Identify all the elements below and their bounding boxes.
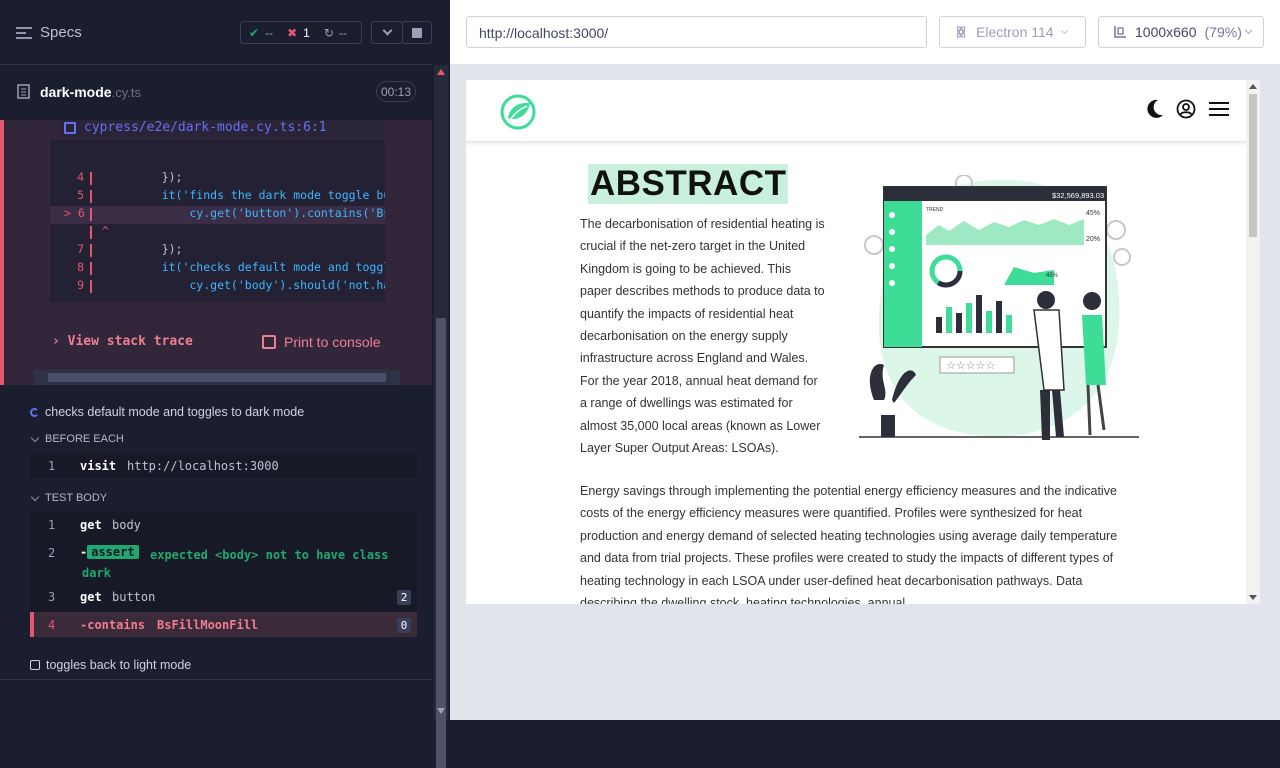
section-label: TEST BODY (45, 492, 108, 504)
view-stack-trace-button[interactable]: › View stack trace (52, 334, 193, 349)
view-stack-label: View stack trace (67, 334, 193, 349)
spec-file-name[interactable]: dark-mode.cy.ts (40, 84, 141, 100)
test-item-pending[interactable]: toggles back to light mode (30, 658, 191, 672)
error-file-link[interactable]: cypress/e2e/dark-mode.cy.ts:6:1 (59, 120, 384, 138)
test-body-header[interactable]: TEST BODY (30, 492, 108, 504)
viewport-size: 1000x660 (1135, 24, 1197, 40)
code-frame: 4 }); 5 it('finds the dark mode toggle b… (50, 140, 385, 302)
pending-icon: ↻ (323, 25, 334, 40)
stop-button[interactable] (402, 21, 432, 44)
hamburger-menu-icon[interactable] (1208, 100, 1230, 118)
chevron-down-icon (30, 492, 40, 501)
aut-header: http://localhost:3000/ Electron 114 1000… (450, 0, 1280, 64)
chevron-down-icon (382, 25, 392, 36)
specs-toggle[interactable]: Specs (16, 24, 82, 41)
running-icon (30, 407, 39, 417)
abstract-paragraph-continued: Energy savings through implementing the … (580, 484, 1118, 604)
before-each-header[interactable]: BEFORE EACH (30, 433, 124, 445)
electron-icon (956, 26, 966, 38)
passed-count: -- (265, 25, 274, 40)
test-stats: ✔ -- ✖ 1 ↻ -- (240, 21, 362, 44)
pending-checkbox-icon (30, 660, 40, 670)
chevron-down-icon (30, 433, 40, 442)
code-line-highlight: > 6 cy.get('button').contains('BsFi (50, 206, 385, 224)
chevron-down-icon (1244, 26, 1252, 34)
duration-badge: 00:13 (376, 81, 416, 102)
error-file-path: cypress/e2e/dark-mode.cy.ts:6:1 (84, 120, 327, 135)
pending-count: -- (338, 25, 347, 40)
app-iframe: ABSTRACT The decarbonisation of resident… (466, 80, 1260, 604)
spec-file-header: dark-mode.cy.ts 00:13 (0, 65, 432, 120)
page-scrollbar[interactable] (1246, 80, 1260, 604)
url-input[interactable]: http://localhost:3000/ (466, 16, 927, 48)
abstract-heading: ABSTRACT (588, 164, 789, 204)
console-icon (262, 335, 276, 349)
failed-count: 1 (303, 25, 310, 40)
viewport-info[interactable]: 1000x660 (79%) (1098, 16, 1264, 48)
moon-icon[interactable] (1144, 98, 1164, 120)
browser-label: Electron 114 (976, 24, 1054, 40)
dashboard-illustration: $32,569,893.03 TREND 45% 20% 45% ☆☆☆☆☆ (859, 175, 1139, 440)
spec-ext: .cy.ts (111, 85, 141, 100)
command-log-panel: Specs ✔ -- ✖ 1 ↻ -- dark-mode.cy.ts 00:1… (0, 0, 450, 768)
test-title: checks default mode and toggles to dark … (45, 405, 305, 419)
document-icon (17, 84, 30, 99)
aut-panel: http://localhost:3000/ Electron 114 1000… (450, 0, 1280, 720)
error-horizontal-scrollbar[interactable] (34, 370, 400, 385)
code-line: 9 cy.get('body').should('not.have (77, 278, 385, 293)
zoom-level: (79%) (1204, 24, 1242, 40)
svg-text:20%: 20% (1086, 236, 1100, 243)
auto-scroll-button[interactable] (371, 21, 403, 44)
failed-icon: ✖ (287, 25, 298, 40)
count-badge: 2 (397, 590, 411, 605)
user-circle-icon[interactable] (1176, 99, 1196, 119)
file-icon (64, 122, 76, 134)
svg-text:☆☆☆☆☆: ☆☆☆☆☆ (946, 359, 995, 372)
spec-name: dark-mode (40, 84, 112, 100)
section-label: BEFORE EACH (45, 433, 124, 445)
code-line: 8 it('checks default mode and toggles (77, 260, 385, 275)
test-item-running[interactable]: checks default mode and toggles to dark … (30, 405, 304, 419)
command-row[interactable]: 1 visit http://localhost:3000 (30, 453, 417, 478)
browser-selector[interactable]: Electron 114 (939, 16, 1086, 48)
reporter-header: Specs ✔ -- ✖ 1 ↻ -- (0, 0, 432, 65)
command-list: 1 get body 2 - assert expected <body> not… (30, 512, 417, 612)
test-title: toggles back to light mode (46, 658, 192, 672)
specs-label: Specs (40, 24, 82, 41)
svg-text:45%: 45% (1086, 210, 1100, 217)
reporter-scrollbar[interactable] (434, 65, 448, 768)
print-label: Print to console (284, 334, 381, 350)
menu-icon (16, 26, 32, 39)
failed-command-row[interactable]: 4 -contains BsFillMoonFill 0 (30, 612, 417, 637)
svg-text:TREND: TREND (926, 207, 944, 213)
viewport-icon (1114, 26, 1126, 38)
print-to-console-button[interactable]: Print to console (262, 334, 381, 350)
code-line: ^ (50, 224, 385, 242)
abstract-paragraph: The decarbonisation of residential heati… (580, 217, 825, 456)
chevron-down-icon (1060, 26, 1068, 34)
site-navbar (466, 80, 1246, 142)
svg-text:$32,569,893.03: $32,569,893.03 (1052, 191, 1104, 200)
code-line: 7 }); (77, 242, 183, 257)
count-badge: 0 (397, 618, 411, 633)
error-panel: cypress/e2e/dark-mode.cy.ts:6:1 4 }); 5 … (0, 120, 432, 385)
svg-text:45%: 45% (1046, 273, 1059, 279)
error-vertical-scrollbar[interactable] (401, 120, 416, 370)
stop-icon (412, 27, 422, 38)
leaf-logo-icon[interactable] (500, 94, 536, 130)
passed-icon: ✔ (249, 25, 260, 40)
code-line: 4 }); (77, 170, 183, 185)
code-line: 5 it('finds the dark mode toggle butto (77, 188, 385, 203)
